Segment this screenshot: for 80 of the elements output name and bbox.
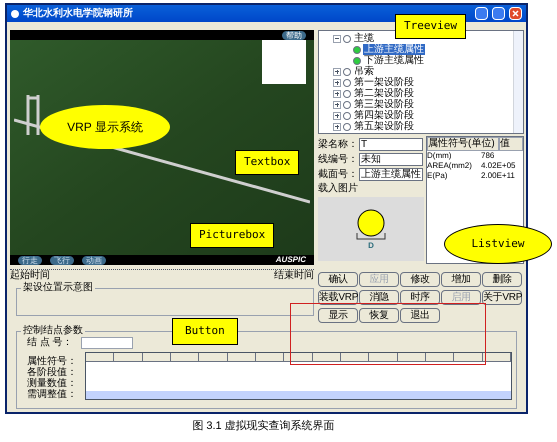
minimize-button[interactable] bbox=[475, 7, 488, 20]
row-label: 需调整值： bbox=[27, 389, 78, 400]
tree-item[interactable]: 吊索 bbox=[353, 66, 375, 77]
row-label: 测量数值： bbox=[27, 378, 78, 389]
action-button[interactable]: 恢复 bbox=[359, 308, 399, 323]
text-field[interactable]: 未知 bbox=[359, 153, 423, 166]
action-button[interactable]: 显示 bbox=[318, 308, 358, 323]
end-time-label: 结束时间 bbox=[274, 270, 314, 282]
figure-caption: 图 3.1 虚拟现实查询系统界面 bbox=[192, 419, 335, 433]
list-cell-text: 786 bbox=[481, 151, 496, 161]
annotation-callout: Textbox bbox=[235, 150, 300, 174]
nav-button[interactable]: 动画 bbox=[82, 256, 106, 264]
node-icon bbox=[343, 78, 351, 86]
tree-item[interactable]: 主缆 bbox=[353, 33, 375, 44]
dimension-label: D bbox=[368, 240, 374, 250]
row-label: 属性符号： bbox=[27, 356, 78, 367]
timeline-track[interactable] bbox=[10, 267, 314, 270]
app-icon bbox=[11, 10, 19, 18]
tree-item[interactable]: 第二架设阶段 bbox=[353, 88, 415, 99]
node-label: 结 点 号： bbox=[26, 337, 74, 349]
list-cell-text: 2.00E+11 bbox=[481, 171, 516, 181]
text-field[interactable]: T bbox=[359, 138, 423, 151]
expand-toggle[interactable] bbox=[333, 100, 341, 108]
list-cell-text: D(mm) bbox=[427, 151, 452, 161]
action-button[interactable]: 修改 bbox=[400, 272, 440, 287]
node-icon bbox=[353, 56, 361, 64]
action-button[interactable]: 退出 bbox=[400, 308, 440, 323]
column-header[interactable]: 属性符号(单位) bbox=[427, 137, 499, 151]
text-field[interactable]: 上游主缆属性 bbox=[359, 168, 423, 181]
field-label: 线编号： bbox=[318, 154, 358, 166]
action-button[interactable]: 消隐 bbox=[359, 290, 399, 305]
node-icon bbox=[353, 46, 361, 54]
annotation-callout: Picturebox bbox=[190, 223, 274, 248]
picture-label: 载入图片 bbox=[318, 183, 359, 195]
node-icon bbox=[343, 100, 351, 108]
node-icon bbox=[343, 68, 351, 76]
start-time-label: 起始时间 bbox=[10, 270, 50, 282]
maximize-button[interactable] bbox=[492, 7, 505, 20]
field-label: 截面号： bbox=[318, 168, 358, 180]
node-icon bbox=[343, 122, 351, 130]
close-button[interactable] bbox=[509, 7, 522, 20]
scrollbar[interactable] bbox=[513, 31, 523, 133]
tree-item[interactable]: 上游主缆属性 bbox=[363, 44, 425, 55]
action-button[interactable]: 删除 bbox=[482, 272, 522, 287]
node-icon bbox=[343, 112, 351, 120]
list-cell-text: AREA(mm2) bbox=[427, 161, 473, 171]
expand-toggle[interactable] bbox=[333, 112, 341, 120]
node-icon bbox=[343, 90, 351, 98]
list-cell-text: 4.02E+05 bbox=[481, 161, 516, 171]
window-title: 华北水利水电学院钢研所 bbox=[23, 6, 134, 21]
minimap-panel bbox=[262, 40, 306, 84]
annotation-callout: Treeview bbox=[395, 14, 466, 38]
action-button[interactable]: 增加 bbox=[441, 272, 481, 287]
tree-item[interactable]: 下游主缆属性 bbox=[363, 55, 425, 66]
annotation-callout: Button bbox=[172, 318, 238, 344]
expand-toggle[interactable] bbox=[333, 90, 341, 98]
nav-button[interactable]: 飞行 bbox=[50, 256, 74, 264]
close-icon bbox=[512, 10, 519, 17]
row-label: 各阶段值： bbox=[27, 367, 78, 378]
field-label: 梁名称： bbox=[318, 138, 358, 150]
brand-logo: AUSPIC bbox=[276, 254, 306, 266]
group-title: 架设位置示意图 bbox=[22, 282, 94, 294]
tree-item[interactable]: 第一架设阶段 bbox=[353, 77, 415, 88]
help-button[interactable]: 帮助 bbox=[282, 30, 306, 40]
tree-item[interactable]: 第五架设阶段 bbox=[353, 121, 415, 132]
tree-item[interactable]: 第四架设阶段 bbox=[353, 110, 415, 121]
list-cell-text: E(Pa) bbox=[427, 171, 448, 181]
expand-toggle[interactable] bbox=[333, 122, 341, 130]
horizontal-scrollbar[interactable] bbox=[86, 391, 511, 399]
column-header[interactable]: 值 bbox=[499, 137, 523, 151]
expand-toggle[interactable] bbox=[333, 78, 341, 86]
tree-item[interactable]: 第三架设阶段 bbox=[353, 99, 415, 110]
collapse-toggle[interactable] bbox=[333, 34, 341, 42]
node-field[interactable] bbox=[81, 337, 133, 349]
node-icon bbox=[343, 34, 351, 42]
action-button[interactable]: 确认 bbox=[318, 272, 358, 287]
nav-button[interactable]: 行走 bbox=[18, 256, 42, 264]
group-title: 控制结点参数 bbox=[22, 325, 84, 336]
expand-toggle[interactable] bbox=[333, 68, 341, 76]
action-button[interactable]: 时序 bbox=[400, 290, 440, 305]
